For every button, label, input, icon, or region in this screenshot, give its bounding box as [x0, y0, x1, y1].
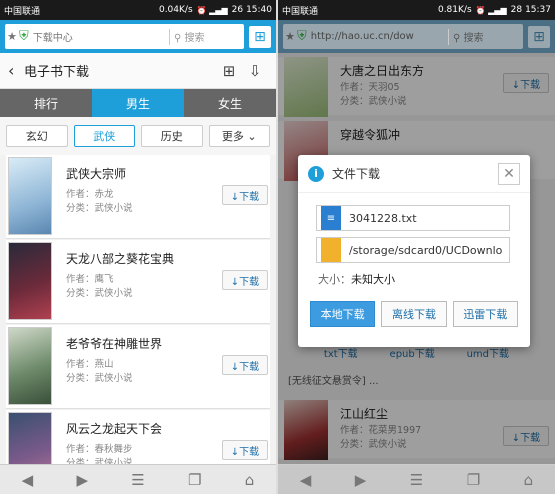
tab-ranking[interactable]: 排行: [0, 89, 92, 117]
file-download-dialog: i 文件下载 ✕ ≡ 3041228.txt /storage/sdcard0/…: [298, 155, 530, 347]
divider: [169, 28, 170, 45]
book-author: 作者：春秋舞步: [66, 444, 133, 455]
file-icon: ≡: [321, 206, 341, 230]
book-list: 武侠大宗师 作者：赤龙 分类：武侠小说 ↓下载 天龙八部之葵花宝典 作者：鹰飞 …: [0, 155, 276, 494]
grid-menu-icon[interactable]: ⊞: [249, 25, 271, 48]
book-category: 分类：武侠小说: [66, 288, 133, 299]
net-speed: 0.04K/s: [158, 5, 193, 15]
home-icon[interactable]: ⌂: [245, 471, 255, 489]
size-value: 未知大小: [351, 273, 395, 286]
size-label: 大小：: [318, 273, 351, 286]
category-xuanhuan[interactable]: 玄幻: [6, 125, 68, 147]
bottom-toolbar: ◀ ▶ ☰ ❐ ⌂: [278, 464, 555, 494]
download-button[interactable]: ↓下载: [222, 440, 268, 460]
size-line: 大小：未知大小: [318, 271, 512, 287]
windows-icon[interactable]: ❐: [467, 471, 480, 489]
shield-icon: ⛨: [19, 29, 29, 44]
tab-bar: 排行 男生 女生: [0, 89, 276, 117]
category-more[interactable]: 更多 ⌄: [208, 125, 270, 147]
search-input[interactable]: ⚲ 搜索: [174, 29, 244, 44]
battery: 26: [231, 5, 244, 15]
divider: [448, 28, 449, 45]
battery: 28: [510, 5, 523, 15]
menu-icon[interactable]: ☰: [410, 471, 423, 489]
tab-female[interactable]: 女生: [184, 89, 276, 117]
forward-arrow-icon[interactable]: ▶: [355, 471, 367, 489]
info-icon: i: [308, 165, 324, 182]
status-bar: 中国联通 0.04K/s ⏰ ▂▄▆ 26 15:40: [0, 0, 276, 20]
book-author: 作者：赤龙: [66, 189, 114, 200]
back-arrow-icon[interactable]: ◀: [22, 471, 34, 489]
star-icon[interactable]: ★: [283, 30, 297, 43]
back-arrow-icon[interactable]: ◀: [300, 471, 312, 489]
grid-view-icon[interactable]: ⊞: [216, 62, 242, 80]
dialog-title: 文件下载: [332, 167, 381, 181]
offline-download-button[interactable]: 离线下载: [381, 301, 447, 327]
carrier: 中国联通: [4, 6, 41, 17]
book-category: 分类：武侠小说: [66, 203, 133, 214]
left-screen: 中国联通 0.04K/s ⏰ ▂▄▆ 26 15:40 ★ ⛨ 下载中心 ⚲ 搜…: [0, 0, 276, 494]
page-header: ‹ 电子书下载 ⊞ ⇩: [0, 53, 276, 89]
back-icon[interactable]: ‹: [8, 61, 24, 80]
url-text[interactable]: 下载中心: [33, 29, 165, 44]
tab-male[interactable]: 男生: [92, 89, 184, 117]
book-title: 风云之龙起天下会: [66, 422, 163, 436]
dialog-header: i 文件下载 ✕: [298, 155, 530, 193]
star-icon[interactable]: ★: [5, 30, 19, 43]
status-bar: 中国联通 0.81K/s ⏰ ▂▄▆ 28 15:37: [278, 0, 555, 20]
book-cover: [8, 327, 52, 405]
shield-icon: ⛨: [297, 29, 307, 44]
home-icon[interactable]: ⌂: [524, 471, 534, 489]
grid-menu-icon[interactable]: ⊞: [528, 25, 550, 48]
book-category: 分类：武侠小说: [66, 373, 133, 384]
filename-field[interactable]: ≡ 3041228.txt: [316, 205, 510, 231]
book-title: 武侠大宗师: [66, 167, 127, 181]
status-icons: ⏰ ▂▄▆: [475, 5, 507, 15]
close-icon[interactable]: ✕: [498, 162, 520, 185]
book-cover: [8, 242, 52, 320]
book-author: 作者：鹰飞: [66, 274, 114, 285]
book-title: 老爷爷在神雕世界: [66, 337, 163, 351]
clock: 15:37: [525, 5, 551, 15]
path-value[interactable]: /storage/sdcard0/UCDownlo: [349, 244, 502, 257]
category-wuxia[interactable]: 武侠: [73, 125, 135, 147]
list-item[interactable]: 武侠大宗师 作者：赤龙 分类：武侠小说 ↓下载: [6, 155, 270, 239]
category-history[interactable]: 历史: [141, 125, 203, 147]
list-item[interactable]: 天龙八部之葵花宝典 作者：鹰飞 分类：武侠小说 ↓下载: [6, 240, 270, 324]
url-bar: ★ ⛨ 下载中心 ⚲ 搜索 ⊞: [0, 20, 276, 53]
search-icon: ⚲: [453, 33, 464, 44]
download-button[interactable]: ↓下载: [222, 185, 268, 205]
page-title: 电子书下载: [24, 65, 90, 80]
book-author: 作者：燕山: [66, 359, 114, 370]
windows-icon[interactable]: ❐: [188, 471, 201, 489]
bottom-toolbar: ◀ ▶ ☰ ❐ ⌂: [0, 464, 276, 494]
download-button[interactable]: ↓下载: [222, 355, 268, 375]
address-box[interactable]: ★ ⛨ 下载中心 ⚲ 搜索: [5, 24, 244, 49]
category-bar: 玄幻 武侠 历史 更多 ⌄: [0, 117, 276, 155]
book-title: 天龙八部之葵花宝典: [66, 252, 175, 266]
url-bar: ★ ⛨ http://hao.uc.cn/dow ⚲ 搜索 ⊞: [278, 20, 555, 53]
dialog-buttons: 本地下载 离线下载 迅雷下载: [310, 301, 518, 327]
carrier: 中国联通: [282, 6, 319, 17]
download-button[interactable]: ↓下载: [222, 270, 268, 290]
url-text[interactable]: http://hao.uc.cn/dow: [311, 31, 444, 42]
book-cover: [8, 157, 52, 235]
local-download-button[interactable]: 本地下载: [310, 301, 376, 327]
net-speed: 0.81K/s: [437, 5, 472, 15]
search-input[interactable]: ⚲ 搜索: [453, 29, 523, 44]
xunlei-download-button[interactable]: 迅雷下载: [452, 301, 518, 327]
search-icon: ⚲: [174, 33, 185, 44]
status-icons: ⏰ ▂▄▆: [196, 5, 228, 15]
folder-icon: [321, 238, 341, 262]
clock: 15:40: [246, 5, 272, 15]
path-field[interactable]: /storage/sdcard0/UCDownlo: [316, 237, 510, 263]
download-manager-icon[interactable]: ⇩: [242, 62, 268, 80]
forward-arrow-icon[interactable]: ▶: [76, 471, 88, 489]
menu-icon[interactable]: ☰: [131, 471, 144, 489]
list-item[interactable]: 老爷爷在神雕世界 作者：燕山 分类：武侠小说 ↓下载: [6, 325, 270, 409]
filename-value[interactable]: 3041228.txt: [349, 212, 417, 225]
address-box[interactable]: ★ ⛨ http://hao.uc.cn/dow ⚲ 搜索: [283, 24, 523, 49]
